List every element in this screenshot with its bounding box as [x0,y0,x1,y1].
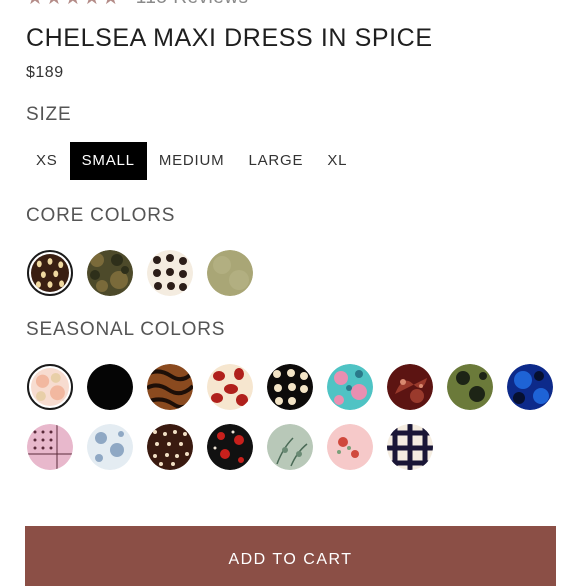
swatch-aqua-pink-floral[interactable] [327,364,373,410]
size-option-xs[interactable]: XS [24,142,70,180]
swatch-pink-bandana[interactable] [27,424,73,470]
swatch-cream-black-dot[interactable] [147,250,193,296]
size-option-medium[interactable]: MEDIUM [147,142,237,180]
product-price: $189 [26,64,64,81]
swatch-red-leopard[interactable] [207,364,253,410]
seasonal-colors-row-1 [27,364,553,410]
size-option-xl[interactable]: XL [315,142,359,180]
swatch-peach-floral[interactable] [27,364,73,410]
swatch-navy-grid[interactable] [387,424,433,470]
swatch-burgundy-floral[interactable] [387,364,433,410]
star-rating: ★ ★ ★ ★ ★ [26,0,120,8]
swatch-blue-abstract[interactable] [507,364,553,410]
core-colors-label: CORE COLORS [26,205,176,226]
star-icon: ★ [64,0,82,8]
swatch-sage-solid[interactable] [207,250,253,296]
seasonal-colors-row-2 [27,424,433,470]
size-option-small[interactable]: SMALL [69,142,147,180]
size-option-large[interactable]: LARGE [236,142,315,180]
seasonal-colors-label: SEASONAL COLORS [26,319,226,340]
core-colors-swatches [27,250,253,296]
swatch-camo-green-print[interactable] [87,250,133,296]
product-title: CHELSEA MAXI DRESS IN SPICE [26,24,433,52]
star-icon: ★ [102,0,120,8]
size-label: SIZE [26,104,72,125]
star-icon: ★ [26,0,44,8]
add-to-cart-button[interactable]: ADD TO CART [25,526,556,586]
swatch-olive-abstract[interactable] [447,364,493,410]
star-icon: ★ [83,0,101,8]
swatch-black-solid[interactable] [87,364,133,410]
swatch-brown-mini-dot[interactable] [147,424,193,470]
swatch-tiger-print[interactable] [147,364,193,410]
review-count[interactable]: 115 Reviews [136,0,249,9]
size-selector: XS SMALL MEDIUM LARGE XL [24,142,359,180]
swatch-spice-dot-print[interactable] [27,250,73,296]
star-icon: ★ [45,0,63,8]
reviews-summary[interactable]: ★ ★ ★ ★ ★ 115 Reviews [26,0,249,8]
swatch-blush-rose[interactable] [327,424,373,470]
swatch-black-red-floral[interactable] [207,424,253,470]
swatch-black-cream-dot[interactable] [267,364,313,410]
swatch-sage-botanical[interactable] [267,424,313,470]
swatch-blue-toile[interactable] [87,424,133,470]
